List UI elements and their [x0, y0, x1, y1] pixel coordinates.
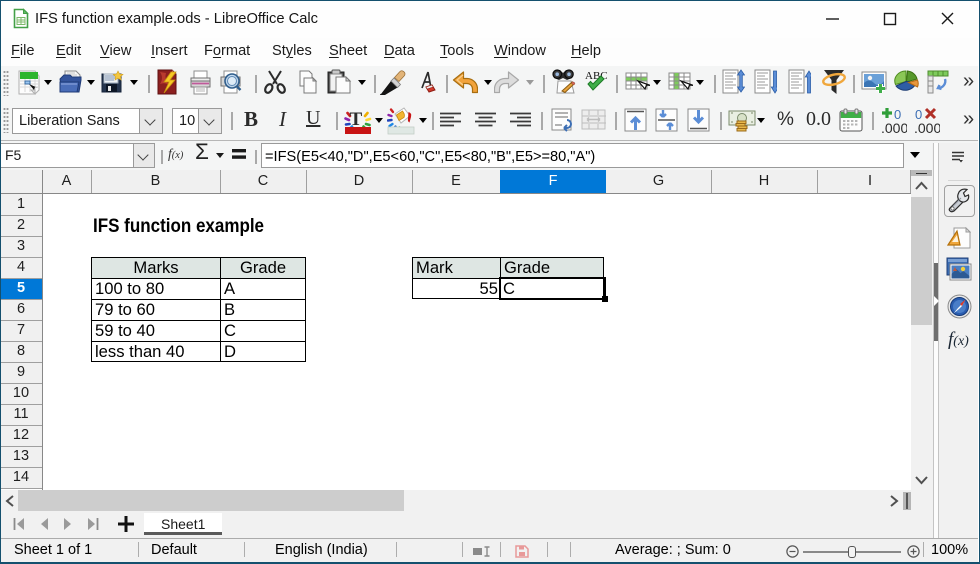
svg-text:T: T: [350, 109, 363, 130]
svg-text:.000: .000: [881, 120, 907, 134]
svg-text:.000: .000: [914, 120, 940, 134]
